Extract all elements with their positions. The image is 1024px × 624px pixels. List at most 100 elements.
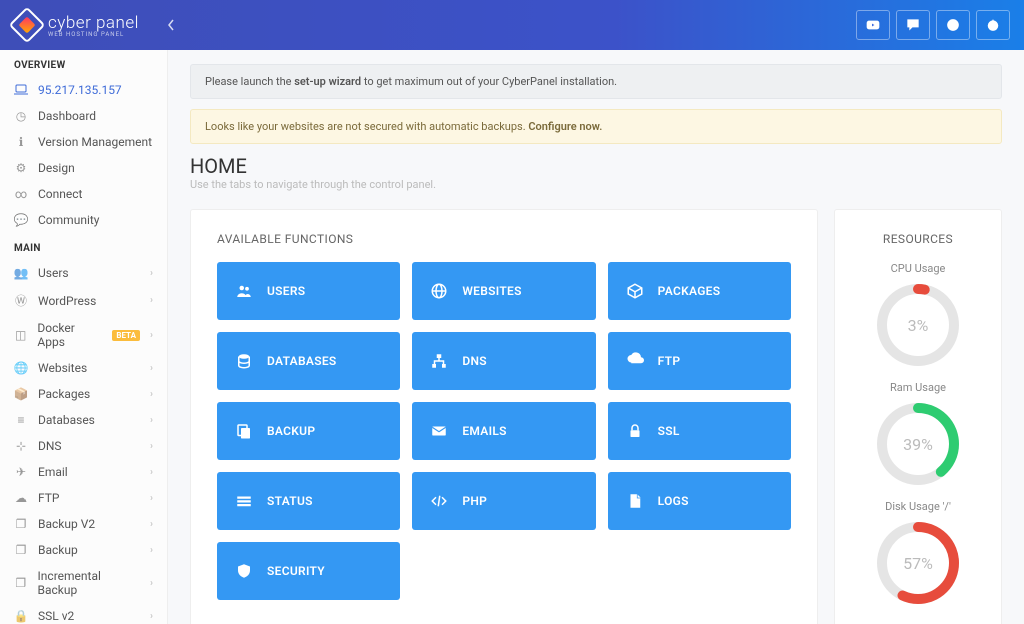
cloud-icon: ☁ xyxy=(14,491,28,505)
panel-functions: AVAILABLE FUNCTIONS USERSWEBSITESPACKAGE… xyxy=(190,209,818,624)
sidebar-ip-label: 95.217.135.157 xyxy=(38,83,122,97)
users-icon: 👥 xyxy=(14,266,28,280)
sidebar-item-packages[interactable]: 📦Packages› xyxy=(0,381,167,407)
chat-icon: 💬 xyxy=(14,213,28,227)
backup-icon xyxy=(235,422,253,440)
page-subtitle: Use the tabs to navigate through the con… xyxy=(190,178,1002,191)
laptop-icon xyxy=(14,84,28,96)
users-icon xyxy=(235,282,253,300)
dns-icon xyxy=(430,352,448,370)
youtube-icon[interactable] xyxy=(856,10,890,40)
sidebar-item-email[interactable]: ✈Email› xyxy=(0,459,167,485)
php-icon xyxy=(430,492,448,510)
beta-badge: BETA xyxy=(112,330,140,341)
brand-sub: WEB HOSTING PANEL xyxy=(48,31,139,38)
tile-packages[interactable]: PACKAGES xyxy=(608,262,791,320)
alert-backup: Looks like your websites are not secured… xyxy=(190,109,1002,144)
main-content: Please launch the set-up wizard to get m… xyxy=(168,50,1024,624)
sidebar-section-overview: OVERVIEW xyxy=(0,50,167,77)
chat-icon[interactable] xyxy=(896,10,930,40)
sidebar: OVERVIEW 95.217.135.157 ◷Dashboard ℹVers… xyxy=(0,50,168,624)
logo-mark-icon xyxy=(9,7,46,44)
tile-php[interactable]: PHP xyxy=(412,472,595,530)
sidebar-section-main: MAIN xyxy=(0,233,167,260)
tile-ftp[interactable]: FTP xyxy=(608,332,791,390)
tile-logs[interactable]: LOGS xyxy=(608,472,791,530)
tile-backup[interactable]: BACKUP xyxy=(217,402,400,460)
websites-icon xyxy=(430,282,448,300)
sidebar-item-ftp[interactable]: ☁FTP› xyxy=(0,485,167,511)
sitemap-icon: ⊹ xyxy=(14,439,28,453)
sidebar-item-databases[interactable]: ≡Databases› xyxy=(0,407,167,433)
copy-icon: ❐ xyxy=(14,543,28,557)
functions-title: AVAILABLE FUNCTIONS xyxy=(217,232,791,246)
chevron-right-icon: › xyxy=(150,268,153,279)
emails-icon xyxy=(430,422,448,440)
tile-databases[interactable]: DATABASES xyxy=(217,332,400,390)
lock-icon: 🔒 xyxy=(14,609,28,623)
sidebar-item-community[interactable]: 💬Community xyxy=(0,207,167,233)
sidebar-item-sslv2[interactable]: 🔒SSL v2› xyxy=(0,603,167,624)
power-icon[interactable] xyxy=(976,10,1010,40)
tile-security[interactable]: SECURITY xyxy=(217,542,400,600)
ftp-icon xyxy=(626,352,644,370)
panel-resources: RESOURCES CPU Usage3%Ram Usage39%Disk Us… xyxy=(834,209,1002,624)
chevron-right-icon: › xyxy=(150,467,153,478)
help-icon[interactable] xyxy=(936,10,970,40)
link-icon: ∞ xyxy=(14,187,28,201)
status-icon xyxy=(235,492,253,510)
sidebar-item-version[interactable]: ℹVersion Management xyxy=(0,129,167,155)
sidebar-item-design[interactable]: ⚙Design xyxy=(0,155,167,181)
sidebar-item-connect[interactable]: ∞Connect xyxy=(0,181,167,207)
chevron-right-icon: › xyxy=(150,363,153,374)
sidebar-item-incbackup[interactable]: ❐Incremental Backup› xyxy=(0,563,167,603)
resource-percent: 57% xyxy=(876,521,960,605)
sidebar-item-websites[interactable]: 🌐Websites› xyxy=(0,355,167,381)
tile-ssl[interactable]: SSL xyxy=(608,402,791,460)
alert-setup: Please launch the set-up wizard to get m… xyxy=(190,64,1002,99)
resources-title: RESOURCES xyxy=(861,232,975,246)
chevron-right-icon: › xyxy=(150,389,153,400)
resource-gauge: 39% xyxy=(876,402,960,486)
page-title: HOME xyxy=(190,154,1002,178)
tile-dns[interactable]: DNS xyxy=(412,332,595,390)
resource-gauge: 57% xyxy=(876,521,960,605)
resource-label: CPU Usage xyxy=(861,262,975,275)
brand-name: cyber panel xyxy=(48,13,139,33)
sidebar-item-ip[interactable]: 95.217.135.157 xyxy=(0,77,167,103)
chevron-right-icon: › xyxy=(150,441,153,452)
chevron-right-icon: › xyxy=(150,415,153,426)
sidebar-item-dashboard[interactable]: ◷Dashboard xyxy=(0,103,167,129)
chevron-right-icon: › xyxy=(150,330,153,341)
configure-backup-link[interactable]: Configure now. xyxy=(528,120,602,133)
gauge-icon: ◷ xyxy=(14,109,28,123)
tile-websites[interactable]: WEBSITES xyxy=(412,262,595,320)
resource-percent: 3% xyxy=(876,283,960,367)
sidebar-item-docker[interactable]: ◫Docker AppsBETA› xyxy=(0,315,167,355)
chevron-right-icon: › xyxy=(150,519,153,530)
resource-label: Disk Usage '/' xyxy=(861,500,975,513)
sidebar-item-backupv2[interactable]: ❐Backup V2› xyxy=(0,511,167,537)
sidebar-item-wordpress[interactable]: ⓌWordPress› xyxy=(0,286,167,315)
tile-users[interactable]: USERS xyxy=(217,262,400,320)
chevron-right-icon: › xyxy=(150,545,153,556)
docker-icon: ◫ xyxy=(14,328,27,342)
logs-icon xyxy=(626,492,644,510)
sidebar-item-backup[interactable]: ❐Backup› xyxy=(0,537,167,563)
chevron-right-icon: › xyxy=(150,295,153,306)
topbar: cyber panel WEB HOSTING PANEL xyxy=(0,0,1024,50)
tile-emails[interactable]: EMAILS xyxy=(412,402,595,460)
resource-percent: 39% xyxy=(876,402,960,486)
sidebar-collapse-icon[interactable] xyxy=(167,16,175,35)
send-icon: ✈ xyxy=(14,465,28,479)
setup-wizard-link[interactable]: set-up wizard xyxy=(294,75,361,88)
sidebar-item-users[interactable]: 👥Users› xyxy=(0,260,167,286)
tile-status[interactable]: STATUS xyxy=(217,472,400,530)
chevron-right-icon: › xyxy=(150,611,153,622)
logo[interactable]: cyber panel WEB HOSTING PANEL xyxy=(14,12,139,38)
package-icon: 📦 xyxy=(14,387,28,401)
database-icon: ≡ xyxy=(14,413,28,427)
sidebar-item-dns[interactable]: ⊹DNS› xyxy=(0,433,167,459)
info-icon: ℹ xyxy=(14,135,28,149)
databases-icon xyxy=(235,352,253,370)
